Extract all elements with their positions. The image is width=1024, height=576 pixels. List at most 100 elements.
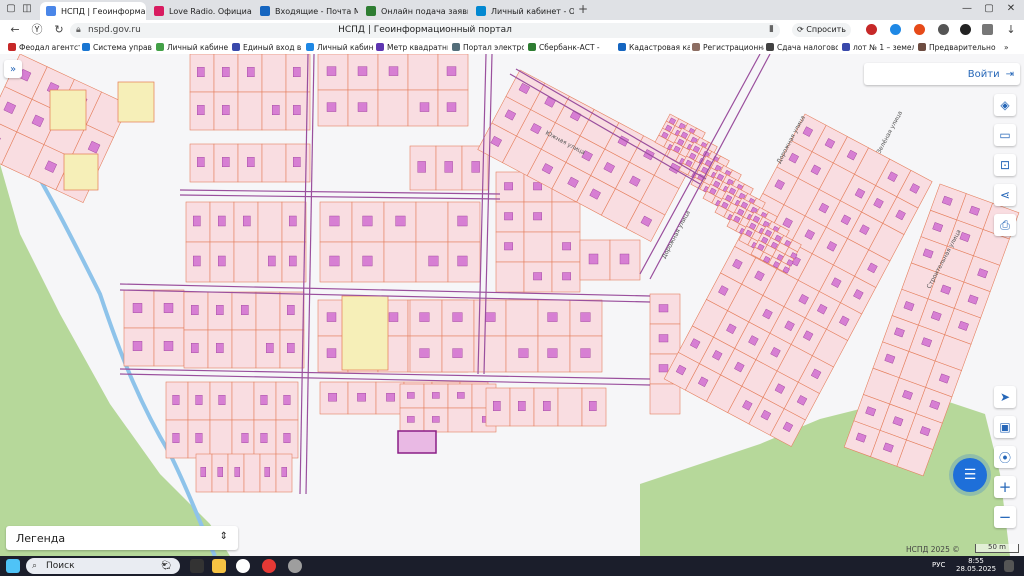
yandex-browser-icon[interactable] — [236, 559, 250, 573]
tab-history-icon[interactable]: ◫ — [20, 3, 34, 14]
building — [221, 67, 230, 78]
building — [172, 395, 180, 405]
extension-icon[interactable] — [890, 24, 901, 35]
building — [457, 255, 468, 267]
basemap-button[interactable]: ▣ — [994, 416, 1016, 438]
building — [287, 305, 295, 316]
parcel — [231, 329, 257, 369]
bookmark-item[interactable]: Метр квадратный — [376, 41, 448, 53]
app-icon[interactable] — [288, 559, 302, 573]
building — [658, 334, 669, 343]
parcel-block — [317, 54, 469, 127]
zoom-in-button[interactable]: + — [994, 476, 1016, 498]
parcel — [233, 241, 259, 283]
bookmark-favicon-icon — [766, 43, 774, 51]
tab-love-radio[interactable]: Love Radio. Официал ✕ — [148, 2, 252, 20]
downloads-icon[interactable]: ↓ — [1004, 23, 1018, 37]
bookmark-item[interactable]: Феодал агентство — [8, 41, 80, 53]
minimize-window-icon[interactable]: — — [960, 3, 974, 14]
login-button[interactable]: Войти ⇥ — [864, 63, 1020, 85]
building — [457, 215, 468, 227]
parcel — [261, 143, 287, 183]
url-field[interactable]: 🔒︎ nspd.gov.ru НСПД | Геоинформационный … — [70, 23, 780, 38]
building — [260, 395, 268, 405]
parcel-block — [183, 291, 305, 369]
extension-icon[interactable] — [914, 24, 925, 35]
tab-mail[interactable]: Входящие - Почта Mail — [254, 2, 358, 20]
tab-list-icon[interactable]: ▢ — [4, 3, 18, 14]
building — [386, 393, 395, 402]
parcel — [209, 419, 233, 459]
close-window-icon[interactable]: ✕ — [1004, 3, 1018, 14]
bookmark-item[interactable]: Единый вход в си — [232, 41, 304, 53]
clock[interactable]: 8:55 28.05.2025 — [956, 557, 996, 573]
bookmark-item[interactable]: Личный кабинет — [156, 41, 228, 53]
building — [246, 67, 255, 78]
locate-button[interactable]: ➤ — [994, 386, 1016, 408]
building — [326, 348, 337, 358]
building — [221, 157, 230, 168]
bookmark-item[interactable]: Система управле — [82, 41, 152, 53]
building — [190, 305, 199, 316]
tab-label: НСПД | Геоинформацио — [61, 6, 146, 16]
building — [357, 66, 368, 76]
building — [452, 312, 463, 322]
extensions-menu-icon[interactable] — [982, 24, 993, 35]
legend-dropdown[interactable]: Легенда ⇕ — [6, 526, 238, 550]
back-arrow-icon[interactable]: ← — [8, 23, 22, 37]
chat-button[interactable]: ☰ — [953, 458, 987, 492]
extension-icon[interactable] — [866, 24, 877, 35]
pin-button[interactable]: ⦿ — [994, 446, 1016, 468]
map-credit: НСПД 2025 © — [906, 545, 960, 554]
yandex-logo-icon[interactable]: Ⓨ — [30, 23, 44, 37]
new-tab-button[interactable]: + — [576, 3, 590, 17]
bookmark-item[interactable]: Регистрационна — [692, 41, 764, 53]
layers-button[interactable]: ◈ — [994, 94, 1016, 116]
language-indicator[interactable]: РУС — [932, 561, 945, 569]
bookmark-item[interactable]: Сдача налоговой — [766, 41, 838, 53]
bookmark-item[interactable]: Сбербанк-АСТ - — [528, 41, 608, 53]
bookmarks-overflow-icon[interactable]: » — [1004, 41, 1018, 53]
bookmark-item[interactable]: лот № 1 – земел — [842, 41, 914, 53]
draw-button[interactable]: ⊡ — [994, 154, 1016, 176]
building — [419, 312, 430, 322]
expand-panel-button[interactable]: » — [4, 60, 22, 78]
basemap-icon: ▣ — [999, 420, 1011, 434]
tab-personal-account[interactable]: Личный кабинет - Объяв — [470, 2, 574, 20]
bookmark-favicon-icon — [232, 43, 240, 51]
extension-icon[interactable] — [938, 24, 949, 35]
building — [260, 433, 268, 443]
windows-start-icon[interactable] — [6, 559, 20, 573]
maximize-window-icon[interactable]: ▢ — [982, 3, 996, 14]
cadastral-map[interactable]: Дорожная улица Южная улица Строительная … — [0, 54, 1024, 556]
print-button[interactable]: ⎙ — [994, 214, 1016, 236]
building — [195, 433, 203, 443]
bookmark-item[interactable]: Личный кабинет — [306, 41, 374, 53]
reload-icon[interactable]: ↻ — [52, 23, 66, 37]
task-view-icon[interactable] — [190, 559, 204, 573]
taskbar-search[interactable]: ⌕ Поиск 🐑︎ — [26, 558, 180, 574]
bookmark-favicon-icon — [618, 43, 626, 51]
bookmark-icon[interactable]: ▮ — [769, 24, 774, 34]
tab-online-application[interactable]: Онлайн подача заявки на — [360, 2, 468, 20]
media-icon[interactable] — [960, 24, 971, 35]
tab-nspd[interactable]: НСПД | Геоинформацио ✕ — [40, 2, 146, 20]
bookmark-favicon-icon — [918, 43, 926, 51]
bookmark-item[interactable]: Портал электрос — [452, 41, 524, 53]
yandex-icon[interactable] — [262, 559, 276, 573]
map-canvas[interactable]: Дорожная улица Южная улица Строительная … — [0, 54, 1024, 556]
parcel-block — [189, 54, 311, 131]
parcel-block — [649, 293, 681, 415]
file-explorer-icon[interactable] — [212, 559, 226, 573]
share-button[interactable]: ⋖ — [994, 184, 1016, 206]
bookmark-item[interactable]: Кадастровая кар — [618, 41, 690, 53]
ask-ai-button[interactable]: ⟳ Спросить — [792, 23, 852, 37]
bookmark-item[interactable]: Предварительно — [918, 41, 998, 53]
building — [195, 395, 203, 405]
zoom-out-button[interactable]: − — [994, 506, 1016, 528]
chevron-updown-icon: ⇕ — [219, 531, 228, 542]
building — [446, 102, 457, 112]
measure-button[interactable]: ▭ — [994, 124, 1016, 146]
building — [419, 348, 430, 358]
notification-icon[interactable] — [1004, 560, 1014, 572]
